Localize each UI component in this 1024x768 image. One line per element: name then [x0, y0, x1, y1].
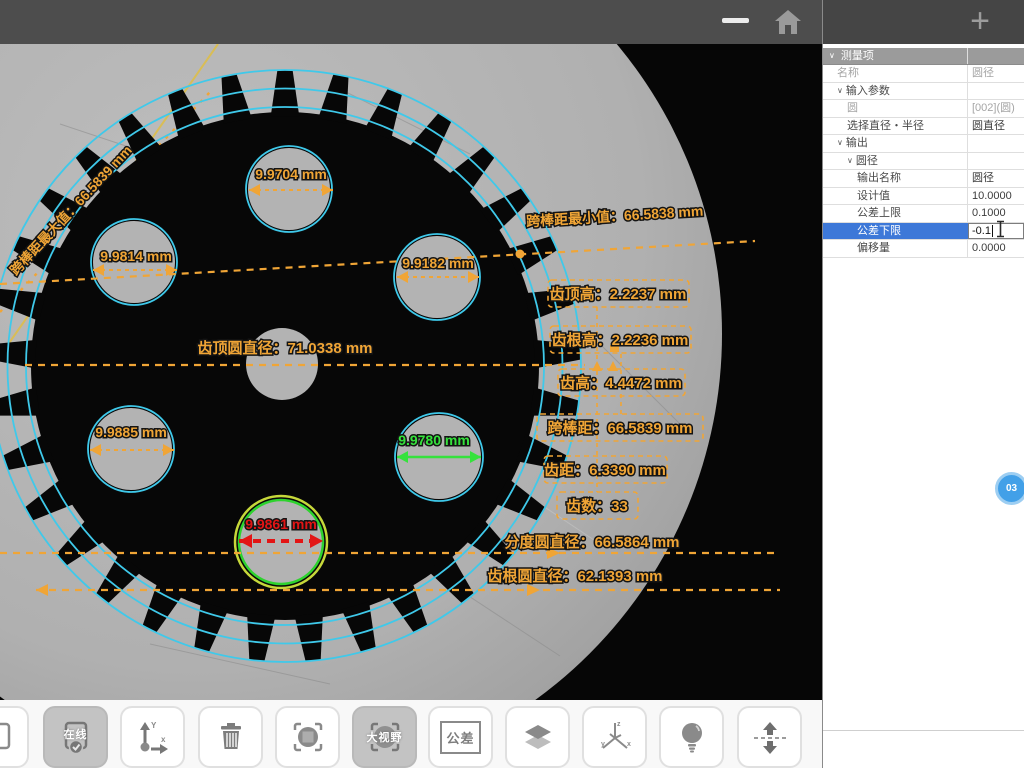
- notification-badge[interactable]: 03: [995, 472, 1024, 505]
- property-label[interactable]: ∨输出: [823, 135, 968, 152]
- property-value[interactable]: [968, 135, 1024, 152]
- property-label-text: 公差下限: [857, 225, 901, 237]
- property-label-text: 圆: [847, 102, 858, 114]
- property-row[interactable]: ∨输出: [823, 135, 1024, 153]
- label-hole-4: 9.9885 mm: [95, 424, 167, 440]
- properties-panel: + ∨ 测量项 名称圆径∨输入参数圆[002](圆)选择直径・半径圆直径∨输出∨…: [822, 0, 1024, 768]
- minimize-icon[interactable]: [722, 18, 749, 23]
- delete-button[interactable]: [198, 706, 263, 768]
- label-hole-2: 9.9814 mm: [100, 248, 172, 264]
- property-label[interactable]: 设计值: [823, 188, 968, 205]
- property-label-text: 设计值: [857, 190, 890, 202]
- chevron-down-icon[interactable]: ∨: [837, 83, 843, 100]
- property-row[interactable]: 偏移量0.0000: [823, 240, 1024, 258]
- property-label-text: 输入参数: [846, 85, 890, 97]
- property-grid: ∨ 测量项 名称圆径∨输入参数圆[002](圆)选择直径・半径圆直径∨输出∨圆径…: [823, 48, 1024, 258]
- property-value[interactable]: 圆径: [968, 170, 1024, 187]
- property-row[interactable]: 设计值 10.0000: [823, 188, 1024, 206]
- property-label[interactable]: 公差下限: [823, 223, 968, 240]
- property-row[interactable]: 公差下限 -0.1: [823, 223, 1024, 241]
- pin-marker: [516, 250, 525, 259]
- label-pitch-diameter: 分度圆直径：66.5864 mm: [504, 533, 679, 551]
- property-label[interactable]: ∨圆径: [823, 153, 968, 170]
- property-row[interactable]: 选择直径・半径 圆直径: [823, 118, 1024, 136]
- label-hole-1: 9.9704 mm: [255, 166, 327, 182]
- property-row[interactable]: 名称 圆径: [823, 65, 1024, 83]
- property-label-text: 圆径: [856, 155, 878, 167]
- label-span: 跨棒距：66.5839 mm: [547, 419, 692, 437]
- property-label[interactable]: 输出名称: [823, 170, 968, 187]
- property-value[interactable]: 圆径: [968, 65, 1024, 82]
- property-label[interactable]: 偏移量: [823, 240, 968, 257]
- property-value[interactable]: 10.0000: [968, 188, 1024, 205]
- property-group-header[interactable]: ∨ 测量项: [823, 48, 1024, 65]
- property-group-title: 测量项: [841, 50, 874, 62]
- label-root-diameter: 齿根圆直径：62.1393 mm: [487, 567, 662, 585]
- ibeam-cursor: [995, 220, 1007, 243]
- svg-text:x: x: [161, 735, 166, 744]
- footer-divider: [823, 730, 1024, 731]
- svg-text:z: z: [617, 721, 621, 728]
- chevron-down-icon: ∨: [829, 48, 835, 64]
- label-addendum: 齿顶高：2.2237 mm: [550, 285, 687, 303]
- property-label[interactable]: 圆: [823, 100, 968, 117]
- property-row[interactable]: 输出名称 圆径: [823, 170, 1024, 188]
- wide-view-button[interactable]: 大视野: [352, 706, 417, 768]
- property-value[interactable]: 圆直径: [968, 118, 1024, 135]
- layers-button[interactable]: [505, 706, 570, 768]
- property-label-text: 偏移量: [857, 242, 890, 254]
- chevron-down-icon[interactable]: ∨: [847, 153, 853, 170]
- property-row[interactable]: 圆 [002](圆): [823, 100, 1024, 118]
- label-hole-6: 9.9861 mm: [245, 516, 317, 532]
- property-label[interactable]: 名称: [823, 65, 968, 82]
- property-label-text: 选择直径・半径: [847, 120, 924, 132]
- capture-button[interactable]: [0, 706, 29, 768]
- property-label[interactable]: 公差上限: [823, 205, 968, 222]
- move-vertical-button[interactable]: [737, 706, 802, 768]
- add-measurement-icon[interactable]: +: [963, 0, 997, 44]
- home-icon[interactable]: [774, 8, 802, 36]
- label-tooth-pitch: 齿距：6.3390 mm: [544, 462, 666, 479]
- input-text: -0.1: [972, 223, 991, 240]
- property-label-text: 公差上限: [857, 207, 901, 219]
- online-button[interactable]: 在线: [43, 706, 108, 768]
- region-button[interactable]: [275, 706, 340, 768]
- text-caret: [992, 225, 993, 237]
- light-button[interactable]: [659, 706, 724, 768]
- label-tooth-count: 齿数：33: [566, 497, 628, 515]
- camera-viewport[interactable]: 跨棒距最大值：66.5839 mm 跨棒距最小值：66.5838 mm 齿顶圆直…: [0, 44, 822, 700]
- tolerance-button-label: 公差: [440, 721, 480, 754]
- property-label[interactable]: ∨输入参数: [823, 83, 968, 100]
- property-value[interactable]: [968, 153, 1024, 170]
- property-row[interactable]: ∨输入参数: [823, 83, 1024, 101]
- label-tip-diameter: 齿顶圆直径：71.0338 mm: [197, 339, 372, 357]
- property-value[interactable]: [968, 83, 1024, 100]
- property-row[interactable]: ∨圆径: [823, 153, 1024, 171]
- property-value[interactable]: [002](圆): [968, 100, 1024, 117]
- panel-title-bar: +: [823, 0, 1024, 44]
- property-label-text: 输出: [846, 137, 868, 149]
- chevron-down-icon[interactable]: ∨: [837, 135, 843, 152]
- svg-text:x: x: [627, 741, 631, 748]
- property-row[interactable]: 公差上限0.1000: [823, 205, 1024, 223]
- tolerance-button[interactable]: 公差: [428, 706, 493, 768]
- bottom-toolbar: 在线 Y x: [0, 700, 822, 768]
- svg-text:y: y: [601, 741, 605, 748]
- axis-move-button[interactable]: Y x: [120, 706, 185, 768]
- axes-3d-button[interactable]: z y x: [582, 706, 647, 768]
- property-label-text: 输出名称: [857, 172, 901, 184]
- label-dedendum: 齿根高：2.2236 mm: [552, 331, 689, 349]
- label-hole-5: 9.9780 mm: [398, 432, 470, 448]
- title-bar: [0, 0, 822, 44]
- svg-text:Y: Y: [151, 721, 157, 730]
- label-hole-3: 9.9182 mm: [402, 255, 474, 271]
- property-label-text: 名称: [837, 67, 859, 79]
- property-label[interactable]: 选择直径・半径: [823, 118, 968, 135]
- label-tooth-height: 齿高：4.4472 mm: [560, 374, 682, 392]
